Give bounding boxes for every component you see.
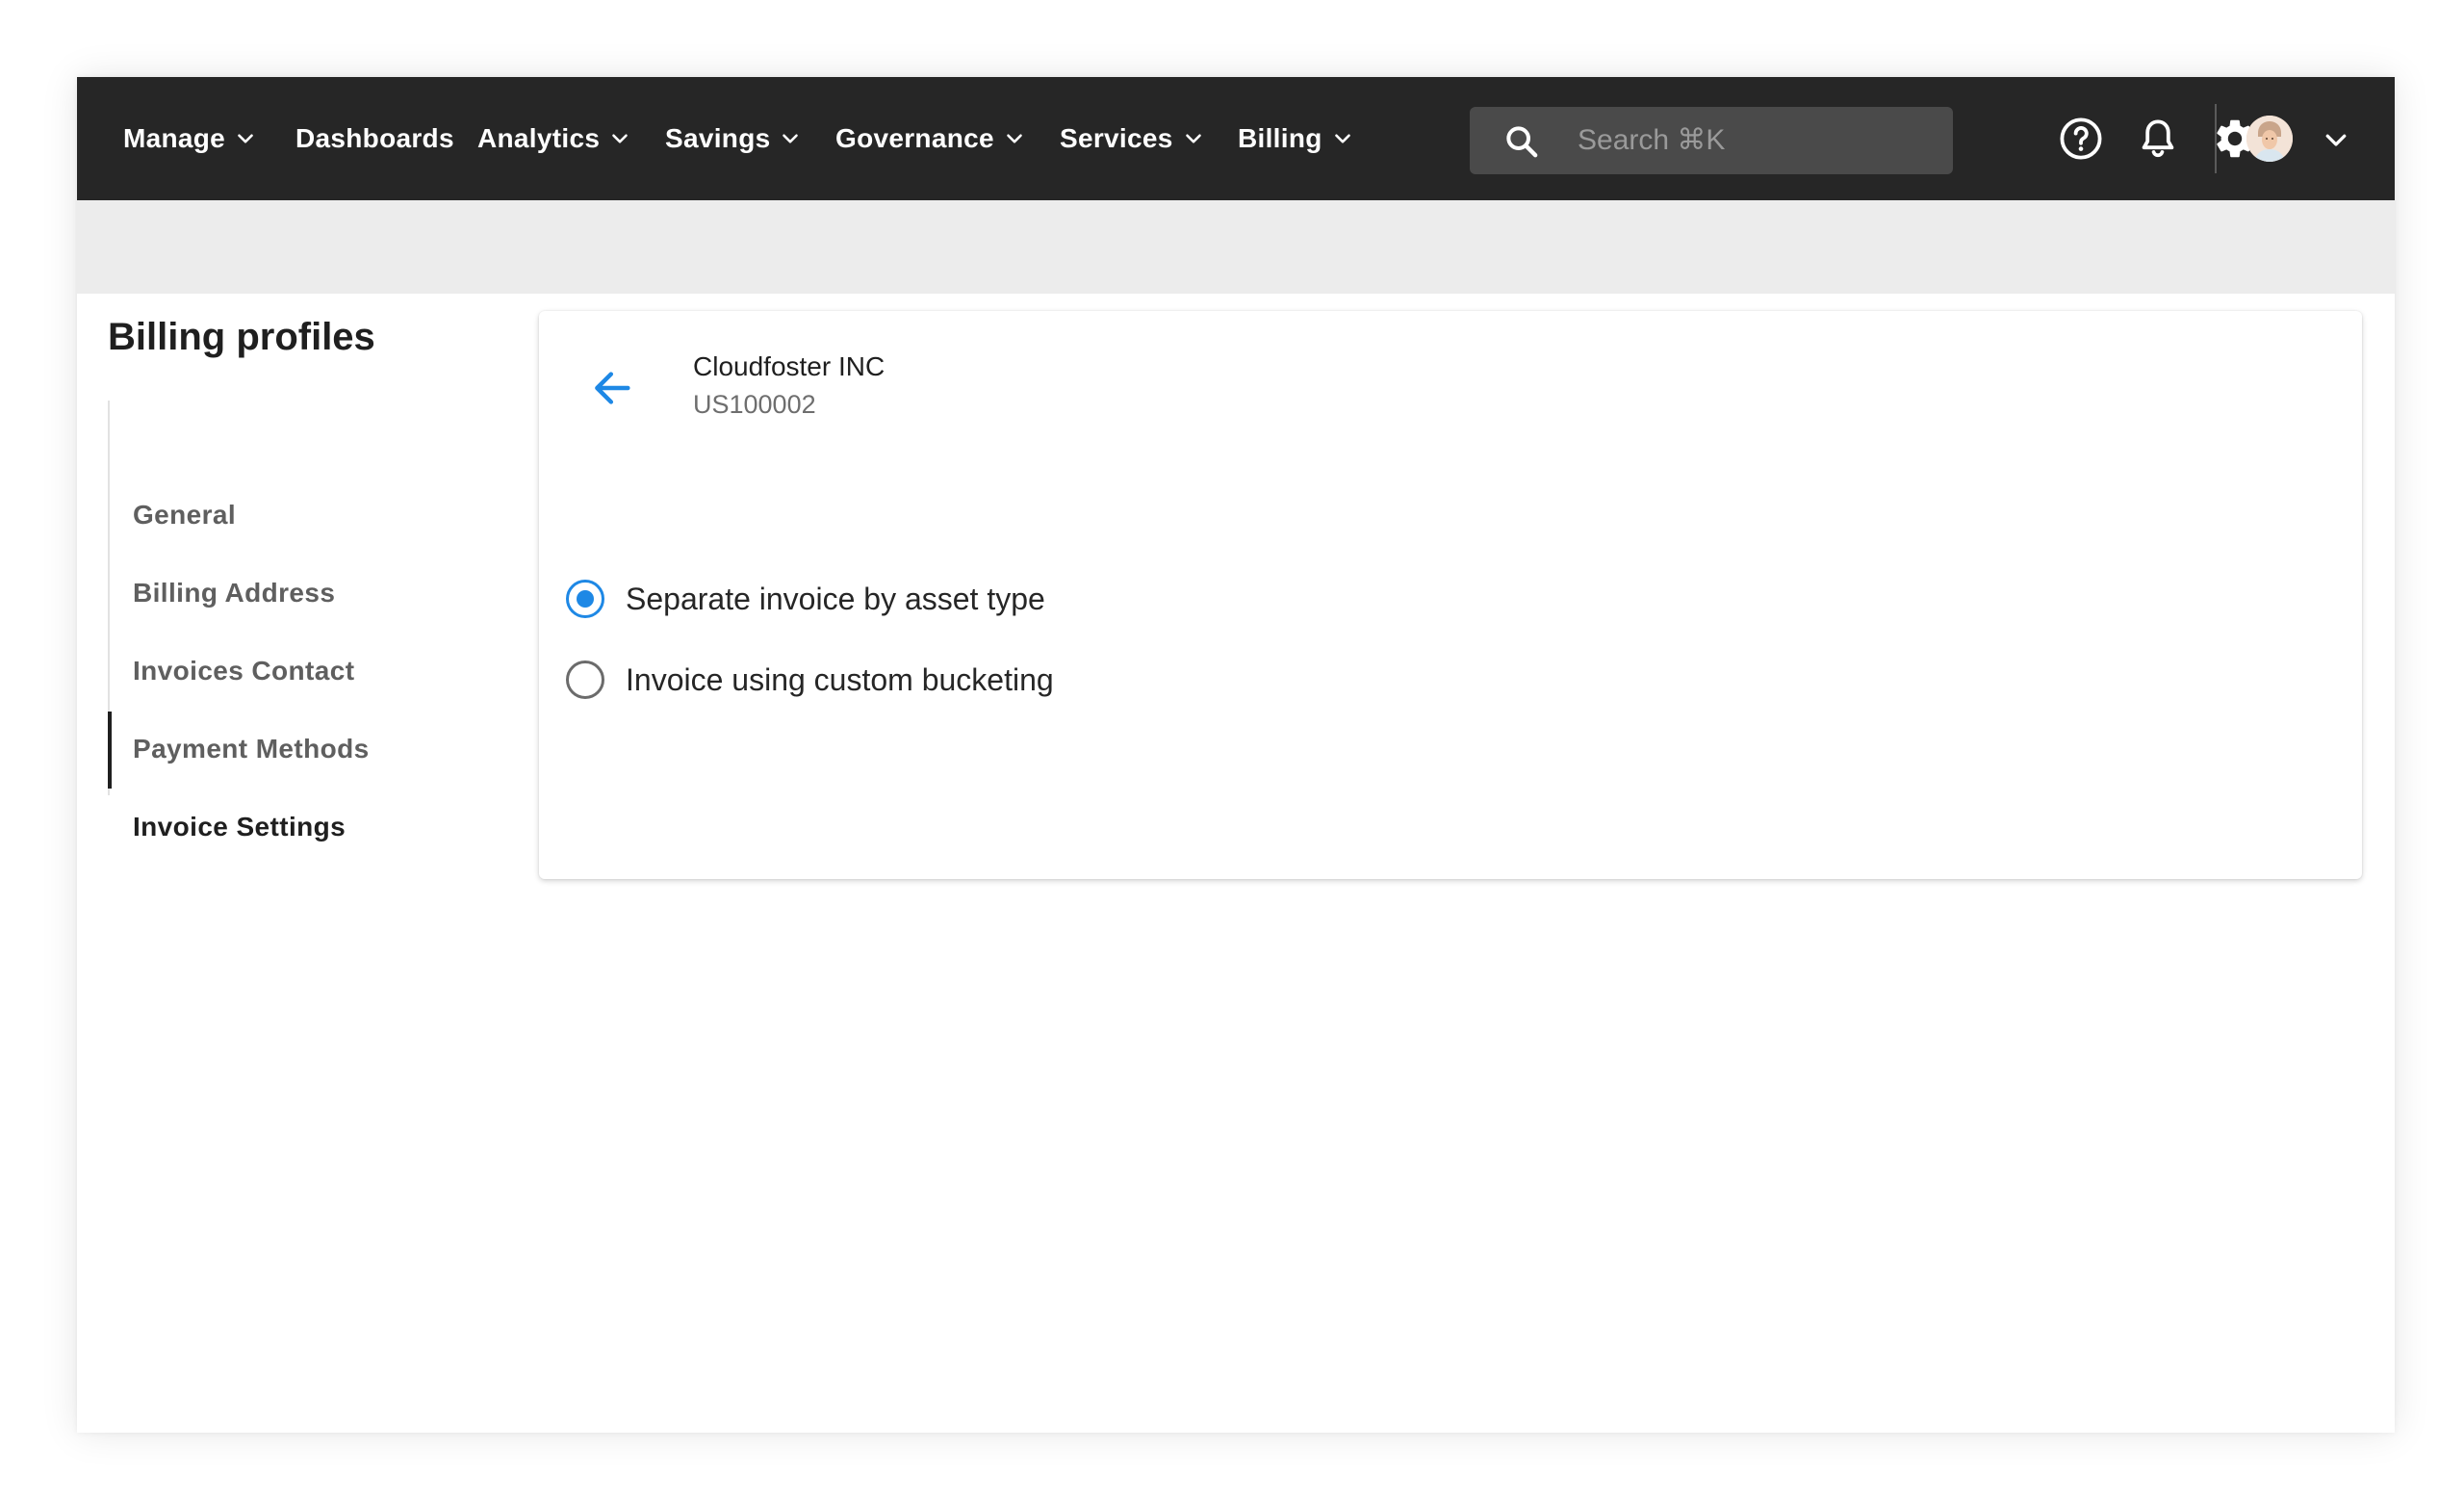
chevron-down-icon[interactable] (2322, 125, 2350, 154)
nav-analytics[interactable]: Analytics (477, 77, 632, 200)
invoice-settings-card: Cloudfoster INC US100002 Separate invoic… (539, 311, 2362, 879)
nav-dashboards-label: Dashboards (295, 123, 454, 153)
page-header-strip (77, 200, 2395, 294)
chevron-down-icon (238, 134, 253, 143)
chevron-down-icon (1007, 134, 1022, 143)
option-separate-by-asset-type[interactable]: Separate invoice by asset type (566, 572, 1045, 626)
page-title: Billing profiles (108, 316, 375, 358)
search-input[interactable] (1578, 107, 1934, 174)
chevron-down-icon (1334, 134, 1350, 143)
avatar[interactable] (2246, 116, 2293, 162)
app-window: Manage Dashboards Analytics Savings Gove… (77, 77, 2395, 1433)
sidebar-item-label: General (133, 500, 237, 530)
option-label: Separate invoice by asset type (626, 581, 1045, 616)
sidebar-active-indicator (108, 712, 112, 789)
sidebar-item-general[interactable]: General (133, 477, 236, 554)
top-navigation-bar: Manage Dashboards Analytics Savings Gove… (77, 77, 2395, 200)
arrow-left-icon[interactable] (585, 361, 639, 415)
nav-savings[interactable]: Savings (665, 77, 803, 200)
nav-governance[interactable]: Governance (835, 77, 1027, 200)
chevron-down-icon (1185, 134, 1201, 143)
sidebar-item-billing-address[interactable]: Billing Address (133, 555, 335, 632)
nav-services-label: Services (1060, 123, 1173, 153)
nav-services[interactable]: Services (1060, 77, 1206, 200)
chevron-down-icon (612, 134, 629, 143)
sidebar-item-label: Invoice Settings (133, 812, 346, 842)
radio-selected[interactable] (566, 580, 604, 618)
user-photo (2246, 116, 2293, 162)
option-label: Invoice using custom bucketing (626, 661, 1054, 697)
search-box[interactable] (1470, 107, 1953, 174)
sidebar-item-label: Billing Address (133, 578, 336, 608)
topbar-divider (2215, 104, 2217, 173)
nav-dashboards[interactable]: Dashboards (295, 77, 454, 200)
sidebar-item-label: Invoices Contact (133, 656, 355, 686)
nav-analytics-label: Analytics (477, 123, 601, 153)
radio-unselected[interactable] (566, 660, 604, 699)
account-id: US100002 (693, 390, 816, 419)
sidebar-item-payment-methods[interactable]: Payment Methods (133, 711, 370, 788)
account-name: Cloudfoster INC (693, 351, 886, 381)
nav-manage-label: Manage (123, 123, 226, 153)
search-icon (1506, 126, 1538, 158)
nav-billing-label: Billing (1238, 123, 1322, 153)
nav-billing[interactable]: Billing (1238, 77, 1355, 200)
bell-icon[interactable] (2135, 116, 2181, 162)
sidebar-item-invoice-settings[interactable]: Invoice Settings (133, 789, 346, 866)
nav-savings-label: Savings (665, 123, 771, 153)
help-icon[interactable] (2058, 116, 2104, 162)
chevron-down-icon (783, 134, 799, 143)
option-custom-bucketing[interactable]: Invoice using custom bucketing (566, 653, 1054, 707)
nav-manage[interactable]: Manage (123, 77, 258, 200)
sidebar-item-invoices-contact[interactable]: Invoices Contact (133, 633, 354, 710)
nav-governance-label: Governance (835, 123, 994, 153)
sidebar-item-label: Payment Methods (133, 734, 370, 764)
